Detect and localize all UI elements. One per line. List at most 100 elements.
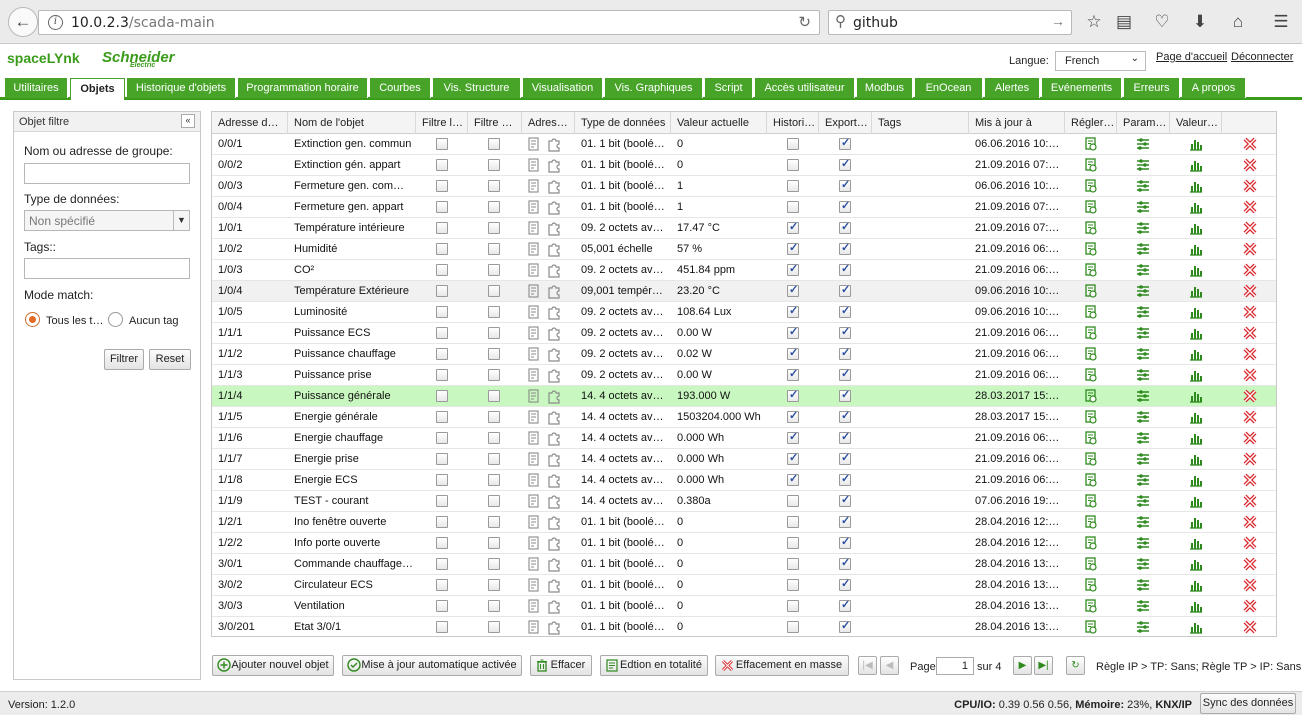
home-page-link[interactable]: Page d'accueil [1156, 51, 1227, 63]
address-icon[interactable] [526, 178, 542, 194]
table-row[interactable]: 0/0/4 Fermeture gen. appart 01. 1 bit (boo… [212, 197, 1276, 218]
mode-none-radio[interactable] [108, 312, 123, 327]
column-header[interactable]: Valeur… [1170, 112, 1222, 134]
export-checkbox[interactable] [839, 514, 851, 528]
table-row[interactable]: 1/1/9 TEST - courant 14. 4 octets av… 0.380… [212, 491, 1276, 512]
filter-log-checkbox[interactable] [436, 138, 448, 150]
filter-log-checkbox[interactable] [436, 621, 448, 633]
delete-row-icon[interactable] [1242, 157, 1258, 173]
column-header[interactable]: Histori… [767, 112, 819, 134]
address-icon[interactable] [526, 556, 542, 572]
parameters-icon[interactable] [1135, 472, 1151, 488]
parameters-icon[interactable] [1135, 241, 1151, 257]
sync-data-button[interactable]: Sync des données [1200, 693, 1296, 714]
filter-checkbox[interactable] [488, 390, 500, 402]
filter-log-checkbox[interactable] [436, 411, 448, 423]
parameters-icon[interactable] [1135, 430, 1151, 446]
address-icon[interactable] [526, 346, 542, 362]
address-icon[interactable] [526, 157, 542, 173]
filter-log-checkbox[interactable] [436, 453, 448, 465]
set-value-icon[interactable] [1083, 262, 1099, 278]
plugin-icon[interactable] [546, 430, 562, 446]
parameters-icon[interactable] [1135, 325, 1151, 341]
export-checkbox[interactable] [839, 556, 851, 570]
set-value-icon[interactable] [1083, 346, 1099, 362]
plugin-icon[interactable] [546, 325, 562, 341]
value-chart-icon[interactable] [1188, 577, 1204, 593]
table-row[interactable]: 1/1/2 Puissance chauffage 09. 2 octets av…… [212, 344, 1276, 365]
tab-courbes[interactable]: Courbes [370, 78, 431, 98]
filter-checkbox[interactable] [488, 453, 500, 465]
export-checkbox[interactable] [839, 409, 851, 423]
plugin-icon[interactable] [546, 388, 562, 404]
history-checkbox[interactable] [787, 558, 799, 570]
add-object-button[interactable]: Ajouter nouvel objet [212, 655, 334, 676]
plugin-icon[interactable] [546, 472, 562, 488]
parameters-icon[interactable] [1135, 388, 1151, 404]
set-value-icon[interactable] [1083, 619, 1099, 635]
export-checkbox[interactable] [839, 220, 851, 234]
history-checkbox[interactable] [787, 262, 799, 276]
history-checkbox[interactable] [787, 516, 799, 528]
download-icon[interactable]: ⬇ [1189, 11, 1211, 33]
plugin-icon[interactable] [546, 556, 562, 572]
tab-vis-graphiques[interactable]: Vis. Graphiques [605, 78, 703, 98]
history-checkbox[interactable] [787, 388, 799, 402]
filter-checkbox[interactable] [488, 621, 500, 633]
filter-checkbox[interactable] [488, 474, 500, 486]
tab-modbus[interactable]: Modbus [857, 78, 913, 98]
search-go-icon[interactable]: → [1051, 13, 1065, 29]
parameters-icon[interactable] [1135, 598, 1151, 614]
reload-icon[interactable]: ↻ [798, 13, 811, 31]
plugin-icon[interactable] [546, 178, 562, 194]
back-button[interactable]: ← [8, 7, 38, 37]
export-checkbox[interactable] [839, 535, 851, 549]
table-row[interactable]: 3/0/1 Commande chauffage… 01. 1 bit (boolé… [212, 554, 1276, 575]
type-filter-select[interactable]: Non spécifié ▼ [24, 210, 190, 231]
plugin-icon[interactable] [546, 514, 562, 530]
export-checkbox[interactable] [839, 136, 851, 150]
table-row[interactable]: 0/0/3 Fermeture gen. com… 01. 1 bit (boolé… [212, 176, 1276, 197]
export-checkbox[interactable] [839, 493, 851, 507]
export-checkbox[interactable] [839, 325, 851, 339]
tab-objets[interactable]: Objets [70, 78, 125, 100]
set-value-icon[interactable] [1083, 367, 1099, 383]
tab-a-propos[interactable]: A propos [1182, 78, 1246, 98]
address-icon[interactable] [526, 262, 542, 278]
plugin-icon[interactable] [546, 493, 562, 509]
delete-button[interactable]: Effacer [530, 655, 592, 676]
parameters-icon[interactable] [1135, 199, 1151, 215]
delete-row-icon[interactable] [1242, 598, 1258, 614]
filter-log-checkbox[interactable] [436, 369, 448, 381]
filter-checkbox[interactable] [488, 306, 500, 318]
history-checkbox[interactable] [787, 220, 799, 234]
mass-delete-button[interactable]: Effacement en masse [715, 655, 849, 676]
value-chart-icon[interactable] [1188, 304, 1204, 320]
plugin-icon[interactable] [546, 598, 562, 614]
delete-row-icon[interactable] [1242, 472, 1258, 488]
history-checkbox[interactable] [787, 430, 799, 444]
address-icon[interactable] [526, 136, 542, 152]
filter-log-checkbox[interactable] [436, 201, 448, 213]
history-checkbox[interactable] [787, 451, 799, 465]
column-header[interactable]: Export… [819, 112, 872, 134]
export-checkbox[interactable] [839, 241, 851, 255]
logout-link[interactable]: Déconnecter [1231, 51, 1293, 63]
tab-programmation-horaire[interactable]: Programmation horaire [238, 78, 368, 98]
first-page-button[interactable]: |◀ [858, 656, 877, 675]
set-value-icon[interactable] [1083, 409, 1099, 425]
value-chart-icon[interactable] [1188, 199, 1204, 215]
export-checkbox[interactable] [839, 388, 851, 402]
filter-checkbox[interactable] [488, 264, 500, 276]
address-icon[interactable] [526, 409, 542, 425]
address-icon[interactable] [526, 220, 542, 236]
plugin-icon[interactable] [546, 451, 562, 467]
set-value-icon[interactable] [1083, 535, 1099, 551]
column-header[interactable]: Param… [1117, 112, 1170, 134]
filter-log-checkbox[interactable] [436, 600, 448, 612]
set-value-icon[interactable] [1083, 304, 1099, 320]
export-checkbox[interactable] [839, 451, 851, 465]
plugin-icon[interactable] [546, 409, 562, 425]
address-icon[interactable] [526, 304, 542, 320]
history-checkbox[interactable] [787, 367, 799, 381]
